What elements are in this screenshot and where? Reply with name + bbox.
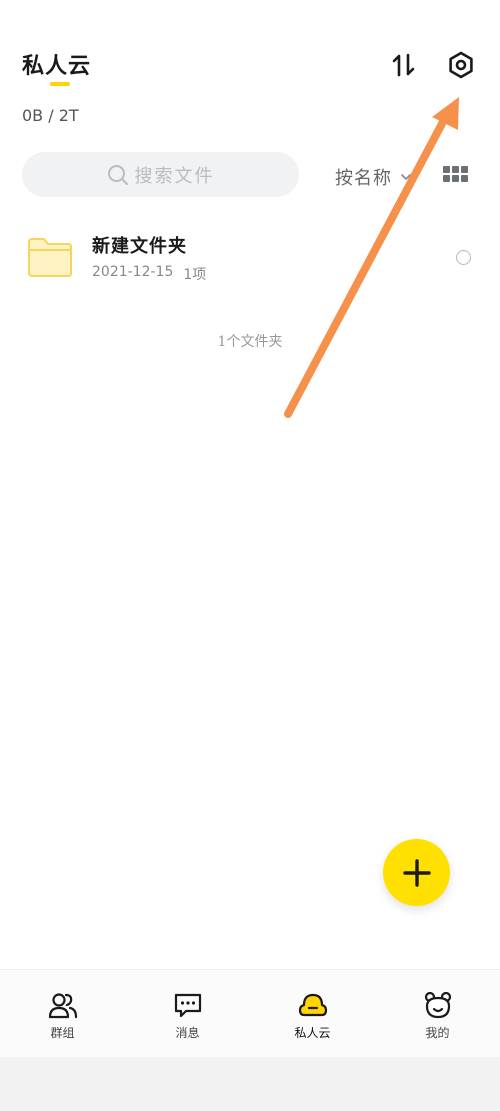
system-navigation-bar bbox=[0, 1057, 500, 1111]
nav-label-private-cloud: 私人云 bbox=[294, 1026, 331, 1040]
sort-label: 按名称 bbox=[335, 168, 392, 189]
sort-by-name-dropdown[interactable]: 按名称 bbox=[335, 164, 412, 190]
search-input[interactable]: 搜索文件 bbox=[22, 152, 299, 197]
list-item[interactable]: 新建文件夹 2021-12-15 1项 bbox=[0, 220, 500, 296]
title-underline bbox=[50, 82, 70, 86]
search-icon bbox=[107, 164, 128, 185]
message-icon bbox=[174, 993, 201, 1018]
nav-item-messages[interactable]: 消息 bbox=[125, 970, 250, 1057]
folder-count: 1个文件夹 bbox=[217, 334, 283, 350]
file-meta: 2021-12-15 1项 bbox=[92, 264, 206, 284]
nav-item-me[interactable]: 我的 bbox=[375, 970, 500, 1057]
file-name: 新建文件夹 bbox=[92, 236, 187, 257]
plus-icon bbox=[402, 858, 431, 887]
page-title: 私人云 bbox=[22, 53, 92, 79]
nav-label-groups: 群组 bbox=[50, 1026, 75, 1040]
search-placeholder: 搜索文件 bbox=[134, 165, 215, 187]
cloud-icon bbox=[298, 993, 327, 1017]
select-checkbox[interactable] bbox=[456, 250, 471, 265]
nav-label-messages: 消息 bbox=[175, 1026, 200, 1040]
storage-usage: 0B / 2T bbox=[22, 106, 79, 125]
nav-item-private-cloud[interactable]: 私人云 bbox=[250, 970, 375, 1057]
settings-gear-icon[interactable] bbox=[446, 50, 476, 80]
nav-item-groups[interactable]: 群组 bbox=[0, 970, 125, 1057]
nav-label-me: 我的 bbox=[425, 1026, 450, 1040]
chevron-down-icon bbox=[401, 174, 411, 180]
sort-arrows-icon[interactable] bbox=[390, 51, 418, 79]
folder-icon bbox=[28, 238, 72, 277]
file-item-count: 1项 bbox=[183, 267, 207, 283]
profile-bear-icon bbox=[424, 991, 451, 1019]
group-icon bbox=[48, 993, 77, 1019]
bottom-nav: 群组 消息 私人云 我的 bbox=[0, 969, 500, 1057]
grid-view-icon[interactable] bbox=[443, 164, 469, 184]
header: 私人云 0B / 2T bbox=[0, 0, 500, 140]
file-date: 2021-12-15 bbox=[92, 264, 174, 280]
add-button[interactable] bbox=[383, 839, 450, 906]
